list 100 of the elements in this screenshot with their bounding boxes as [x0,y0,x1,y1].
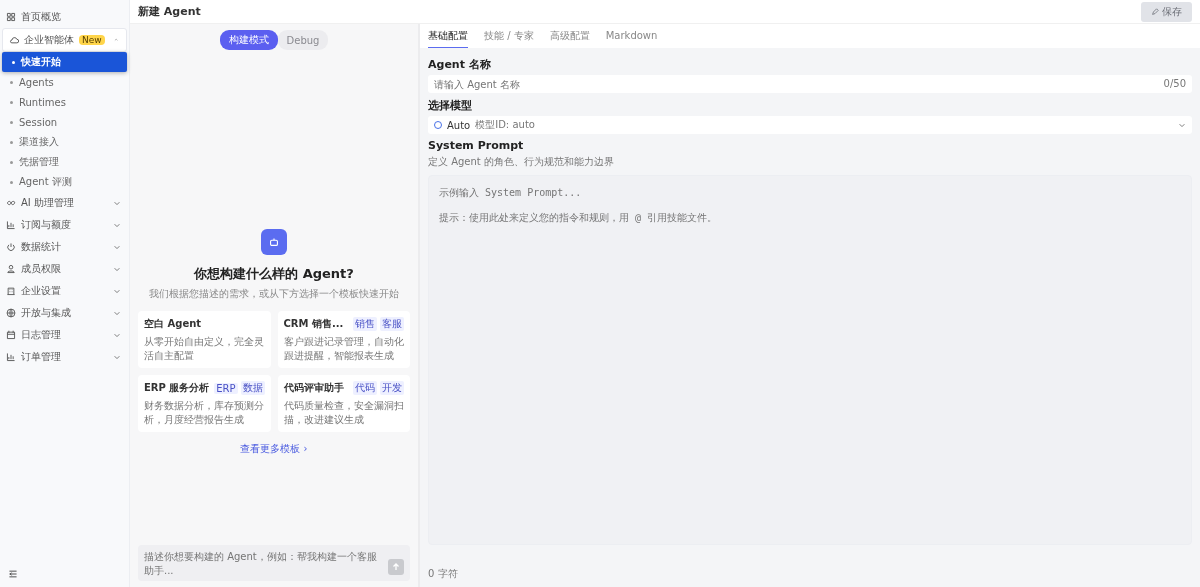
field-label: System Prompt [428,139,525,152]
bullet-icon [10,80,13,84]
bullet-icon [10,140,13,144]
chevron-icon [113,353,121,361]
chevron-icon [113,331,121,339]
field-label: Agent 名称 [428,57,492,72]
nav-label: 首页概览 [21,10,62,24]
nav-item[interactable]: 日志管理 [0,324,129,346]
mode-tab[interactable]: 构建模式 [219,30,278,50]
nav-item[interactable]: 订阅与额度 [0,214,129,236]
chevron-icon [1178,121,1186,129]
sub-nav-label: Runtimes [19,96,66,108]
sub-nav-item[interactable]: 渠道接入 [0,132,129,152]
sub-nav-label: 凭据管理 [19,155,59,169]
template-title: CRM 销售... [283,317,345,331]
nav-label: AI 助理管理 [21,196,75,210]
chevron-icon [113,221,121,229]
welcome-subheading: 我们根据您描述的需求，或从下方选择一个模板快速开始 [149,287,399,301]
chevron-icon [113,309,121,317]
sub-nav-label: 渠道接入 [19,135,59,149]
sub-nav-item[interactable]: Agents [0,72,129,92]
template-tag: 销售 [353,317,377,331]
sub-nav-label: Agents [19,76,54,88]
chart-icon [6,352,16,362]
template-tag: 数据 [240,381,265,395]
cloud-icon [9,35,19,45]
sub-nav-label: Session [19,116,58,128]
nav-label: 订阅与额度 [21,218,72,232]
chart-icon [6,220,16,230]
chat-input-field[interactable]: 描述你想要构建的 Agent，例如：帮我构建一个客服助手... [138,545,410,581]
chevron-icon [113,199,121,207]
sub-nav-label: 快速开始 [21,55,61,69]
field-hint: 定义 Agent 的角色、行为规范和能力边界 [428,155,615,169]
config-tab[interactable]: Markdown [605,24,658,48]
nav-item[interactable]: 企业智能体 New [2,28,127,52]
sub-nav-item[interactable]: 凭据管理 [0,152,129,172]
globe-icon [6,308,16,318]
nav-item[interactable]: 成员权限 [0,258,129,280]
page-title: 新建 Agent [138,4,201,19]
template-description: 客户跟进记录管理，自动化跟进提醒，智能报表生成 [283,335,404,362]
nav-label: 订单管理 [21,350,62,364]
template-title: ERP 服务分析 [144,381,211,395]
sub-nav-item[interactable]: Agent 评测 [0,172,129,192]
nav-item[interactable]: 开放与集成 [0,302,129,324]
nav-label: 日志管理 [21,328,62,342]
template-card[interactable]: 空白 Agent 从零开始自由定义，完全灵活自主配置 [138,311,271,368]
chevron-icon [113,265,121,273]
grid-icon [6,12,16,22]
template-title: 代码评审助手 [283,381,345,395]
new-badge: New [79,35,105,45]
bullet-icon [10,180,13,184]
nav-item[interactable]: 首页概览 [0,6,129,28]
model-select[interactable]: Auto 模型ID: auto [428,116,1192,134]
power-icon [6,242,16,252]
chevron-icon [113,36,118,44]
template-card[interactable]: ERP 服务分析 ERP 数据 财务数据分析，库存预测分析，月度经营报告生成 [138,375,271,432]
template-card[interactable]: CRM 销售... 销售 客服 客户跟进记录管理，自动化跟进提醒，智能报表生成 [277,311,410,368]
character-count: 0/50 [1163,78,1186,89]
template-card[interactable]: 代码评审助手 代码 开发 代码质量检查，安全漏洞扫描，改进建议生成 [277,375,410,432]
sub-nav-item[interactable]: Runtimes [0,92,129,112]
user-icon [6,264,16,274]
nav-label: 成员权限 [21,262,62,276]
sub-nav-item[interactable]: 快速开始 [2,52,127,72]
template-tag: 代码 [353,381,377,395]
nav-item[interactable]: 数据统计 [0,236,129,258]
bullet-icon [10,100,13,104]
template-description: 从零开始自由定义，完全灵活自主配置 [144,335,265,362]
calendar-icon [6,330,16,340]
nav-label: 企业设置 [21,284,62,298]
template-description: 财务数据分析，库存预测分析，月度经营报告生成 [144,399,265,426]
template-description: 代码质量检查，安全漏洞扫描，改进建议生成 [283,399,404,426]
field-label: 选择模型 [428,98,473,113]
more-templates-link[interactable]: 查看更多模板 › [240,442,308,456]
config-tab[interactable]: 技能 / 专家 [484,24,534,48]
config-tab[interactable]: 基础配置 [428,24,468,48]
template-tag: 客服 [380,317,404,331]
template-title: 空白 Agent [144,317,203,331]
collapse-sidebar-icon[interactable] [8,569,18,579]
pencil-icon [1151,7,1159,16]
robot-icon [261,229,287,255]
arrow-up-icon [391,562,401,572]
nav-item[interactable]: 订单管理 [0,346,129,368]
bullet-icon [12,60,15,64]
template-tag: ERP [214,382,238,394]
infinity-icon [6,198,16,208]
nav-label: 开放与集成 [21,306,72,320]
building-icon [6,286,16,296]
character-count: 0 字符 [427,567,459,581]
welcome-heading: 你想构建什么样的 Agent? [194,265,354,283]
system-prompt-field[interactable]: 示例输入 System Prompt... 提示：使用此处来定义您的指令和规则，用 @ 引用技能文件。 [428,175,1192,545]
bullet-icon [10,120,13,124]
nav-item[interactable]: AI 助理管理 [0,192,129,214]
template-tag: 开发 [380,381,404,395]
bullet-icon [10,160,13,164]
sub-nav-label: Agent 评测 [19,175,72,189]
sub-nav-item[interactable]: Session [0,112,129,132]
chevron-icon [113,287,121,295]
nav-label: 企业智能体 [24,33,74,47]
nav-item[interactable]: 企业设置 [0,280,129,302]
config-tab[interactable]: 高级配置 [549,24,590,48]
